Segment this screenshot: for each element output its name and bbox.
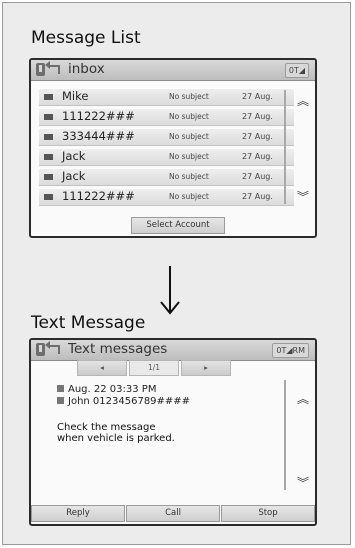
message-date: Aug. 22 03:33 PM bbox=[68, 384, 157, 395]
scrollbar-track[interactable] bbox=[284, 380, 286, 490]
message-date: 27 Aug. bbox=[242, 92, 273, 101]
message-row[interactable]: Jack No subject 27 Aug. bbox=[39, 168, 294, 186]
message-date: 27 Aug. bbox=[242, 172, 273, 181]
sender-name: 333444### bbox=[62, 129, 135, 143]
message-subject: No subject bbox=[169, 112, 209, 121]
message-row[interactable]: Mike No subject 27 Aug. bbox=[39, 88, 294, 106]
sender-name: 111222### bbox=[62, 189, 135, 203]
calendar-icon bbox=[57, 385, 64, 392]
message-subject: No subject bbox=[169, 92, 209, 101]
message-list-heading: Message List bbox=[31, 28, 141, 48]
message-date-line: Aug. 22 03:33 PM bbox=[57, 384, 156, 395]
message-date: 27 Aug. bbox=[242, 152, 273, 161]
message-subject: No subject bbox=[169, 172, 209, 181]
down-arrow-icon bbox=[160, 266, 180, 315]
phone-icon bbox=[36, 63, 45, 76]
page-indicator: 1/1 bbox=[129, 360, 179, 376]
scrollbar-track[interactable] bbox=[284, 90, 286, 204]
text-message-topbar: Text messages 0T◢RM bbox=[31, 340, 315, 361]
next-page-button[interactable]: ▸ bbox=[181, 360, 231, 376]
status-indicator: 0T◢ bbox=[284, 63, 309, 78]
scroll-up-icon[interactable]: ︽ bbox=[297, 390, 309, 407]
inbox-title: inbox bbox=[68, 61, 105, 77]
message-row[interactable]: 111222### No subject 27 Aug. bbox=[39, 188, 294, 206]
text-message-heading: Text Message bbox=[31, 313, 146, 333]
phone-icon bbox=[36, 343, 45, 356]
call-button[interactable]: Call bbox=[126, 505, 220, 522]
message-icon bbox=[44, 134, 53, 140]
reply-button[interactable]: Reply bbox=[31, 505, 125, 522]
message-date: 27 Aug. bbox=[242, 132, 273, 141]
message-subject: No subject bbox=[169, 192, 209, 201]
contact-icon bbox=[57, 397, 64, 404]
text-messages-title: Text messages bbox=[68, 341, 168, 357]
select-account-button[interactable]: Select Account bbox=[131, 217, 225, 234]
sender-name: Mike bbox=[62, 89, 89, 103]
scroll-up-icon[interactable]: ︽ bbox=[297, 92, 309, 109]
message-subject: No subject bbox=[169, 132, 209, 141]
message-list-topbar: inbox 0T◢ bbox=[31, 60, 315, 81]
message-subject: No subject bbox=[169, 152, 209, 161]
sender-name: Jack bbox=[62, 149, 86, 163]
scroll-down-icon[interactable]: ︾ bbox=[297, 188, 309, 205]
message-body-line-2: when vehicle is parked. bbox=[57, 433, 175, 444]
sender-name: 111222### bbox=[62, 109, 135, 123]
message-date: 27 Aug. bbox=[242, 112, 273, 121]
status-indicator: 0T◢RM bbox=[272, 343, 309, 358]
sender-name: Jack bbox=[62, 169, 86, 183]
message-date: 27 Aug. bbox=[242, 192, 273, 201]
stop-button[interactable]: Stop bbox=[221, 505, 315, 522]
message-row[interactable]: 111222### No subject 27 Aug. bbox=[39, 108, 294, 126]
message-icon bbox=[44, 114, 53, 120]
message-body-line-1: Check the message bbox=[57, 422, 156, 433]
back-icon[interactable] bbox=[45, 341, 60, 354]
back-icon[interactable] bbox=[45, 61, 60, 74]
message-row[interactable]: Jack No subject 27 Aug. bbox=[39, 148, 294, 166]
message-from-line: John 0123456789#### bbox=[57, 396, 190, 407]
scroll-down-icon[interactable]: ︾ bbox=[297, 474, 309, 491]
message-row[interactable]: 333444### No subject 27 Aug. bbox=[39, 128, 294, 146]
message-icon bbox=[44, 174, 53, 180]
message-sender: John 0123456789#### bbox=[68, 396, 191, 407]
message-icon bbox=[44, 154, 53, 160]
message-icon bbox=[44, 94, 53, 100]
message-list-screen: inbox 0T◢ Mike No subject 27 Aug. 111222… bbox=[29, 58, 317, 238]
previous-page-button[interactable]: ◂ bbox=[77, 360, 127, 376]
text-message-screen: Text messages 0T◢RM ◂ 1/1 ▸ Aug. 22 03:3… bbox=[29, 338, 317, 526]
message-icon bbox=[44, 194, 53, 200]
